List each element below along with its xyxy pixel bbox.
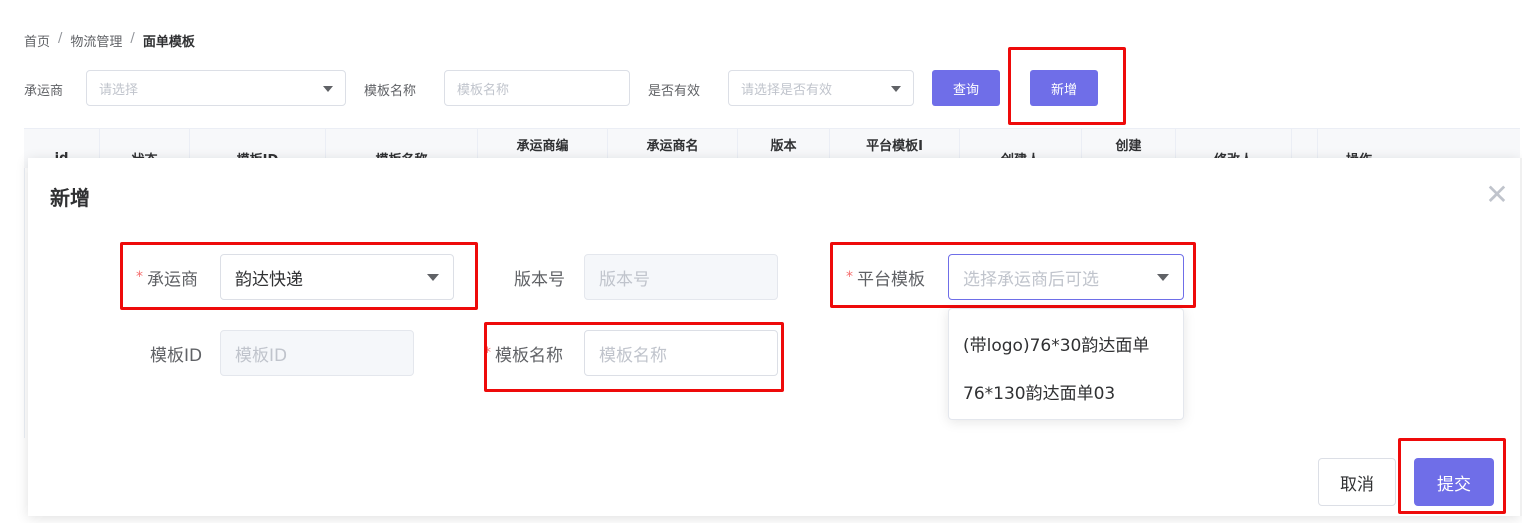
template-name-placeholder: 模板名称 — [599, 345, 667, 366]
platform-template-label-text: 平台模板 — [857, 269, 925, 290]
breadcrumb-separator: / — [130, 31, 135, 46]
version-placeholder: 版本号 — [599, 269, 650, 290]
submit-button[interactable]: 提交 — [1414, 458, 1494, 506]
platform-template-select[interactable]: 选择承运商后可选 — [948, 254, 1184, 300]
chevron-down-icon — [427, 274, 439, 281]
carrier-label-text: 承运商 — [147, 269, 198, 290]
carrier-filter-select[interactable]: 请选择 — [86, 70, 346, 106]
carrier-select[interactable]: 韵达快递 — [220, 254, 454, 300]
template-name-input[interactable]: 模板名称 — [584, 330, 778, 376]
carrier-filter-label: 承运商 — [24, 84, 64, 99]
query-button[interactable]: 查询 — [932, 70, 1000, 106]
dropdown-option[interactable]: (带logo)76*30韵达面单 — [963, 331, 1149, 356]
template-name-filter-input[interactable]: 模板名称 — [444, 70, 630, 106]
template-name-filter-label: 模板名称 — [364, 84, 417, 99]
dialog-title: 新增 — [50, 186, 90, 210]
chevron-down-icon — [323, 86, 333, 92]
dropdown-option[interactable]: 76*130韵达面单03 — [963, 379, 1115, 404]
breadcrumb-separator: / — [58, 31, 63, 46]
chevron-down-icon — [1157, 274, 1169, 281]
breadcrumb-section[interactable]: 物流管理 — [70, 31, 122, 50]
valid-filter-placeholder: 请选择是否有效 — [741, 82, 833, 98]
required-mark: * — [484, 345, 491, 361]
add-button[interactable]: 新增 — [1030, 70, 1098, 106]
template-name-filter-placeholder: 模板名称 — [457, 82, 510, 98]
template-name-label: * 模板名称 — [484, 330, 563, 376]
close-icon[interactable]: ✕ — [1484, 181, 1510, 209]
add-template-dialog: 新增 ✕ * 承运商 韵达快递 版本号 版本号 * 平台模板 选择承运商后可选 … — [28, 158, 1520, 516]
breadcrumb-current: 面单模板 — [142, 35, 195, 50]
platform-template-placeholder: 选择承运商后可选 — [963, 269, 1099, 290]
version-label: 版本号 — [514, 269, 565, 290]
template-name-label-text: 模板名称 — [495, 345, 563, 366]
breadcrumb-home[interactable]: 首页 — [24, 31, 50, 50]
version-input: 版本号 — [584, 254, 778, 300]
cancel-button[interactable]: 取消 — [1318, 458, 1396, 506]
carrier-label: * 承运商 — [136, 254, 198, 300]
carrier-filter-placeholder: 请选择 — [99, 82, 139, 98]
template-id-label: 模板ID — [150, 345, 203, 366]
platform-template-label: * 平台模板 — [846, 254, 925, 300]
required-mark: * — [846, 269, 853, 285]
template-id-placeholder: 模板ID — [235, 345, 288, 366]
template-id-input: 模板ID — [220, 330, 414, 376]
page: 首页 / 物流管理 / 面单模板 承运商 请选择 模板名称 模板名称 是否有效 … — [0, 0, 1522, 523]
required-mark: * — [136, 269, 143, 285]
carrier-select-value: 韵达快递 — [235, 269, 303, 290]
platform-template-dropdown: (带logo)76*30韵达面单 76*130韵达面单03 — [948, 308, 1184, 420]
breadcrumb: 首页 / 物流管理 / 面单模板 — [24, 31, 195, 50]
valid-filter-label: 是否有效 — [648, 84, 701, 99]
valid-filter-select[interactable]: 请选择是否有效 — [728, 70, 914, 106]
chevron-down-icon — [891, 86, 901, 92]
